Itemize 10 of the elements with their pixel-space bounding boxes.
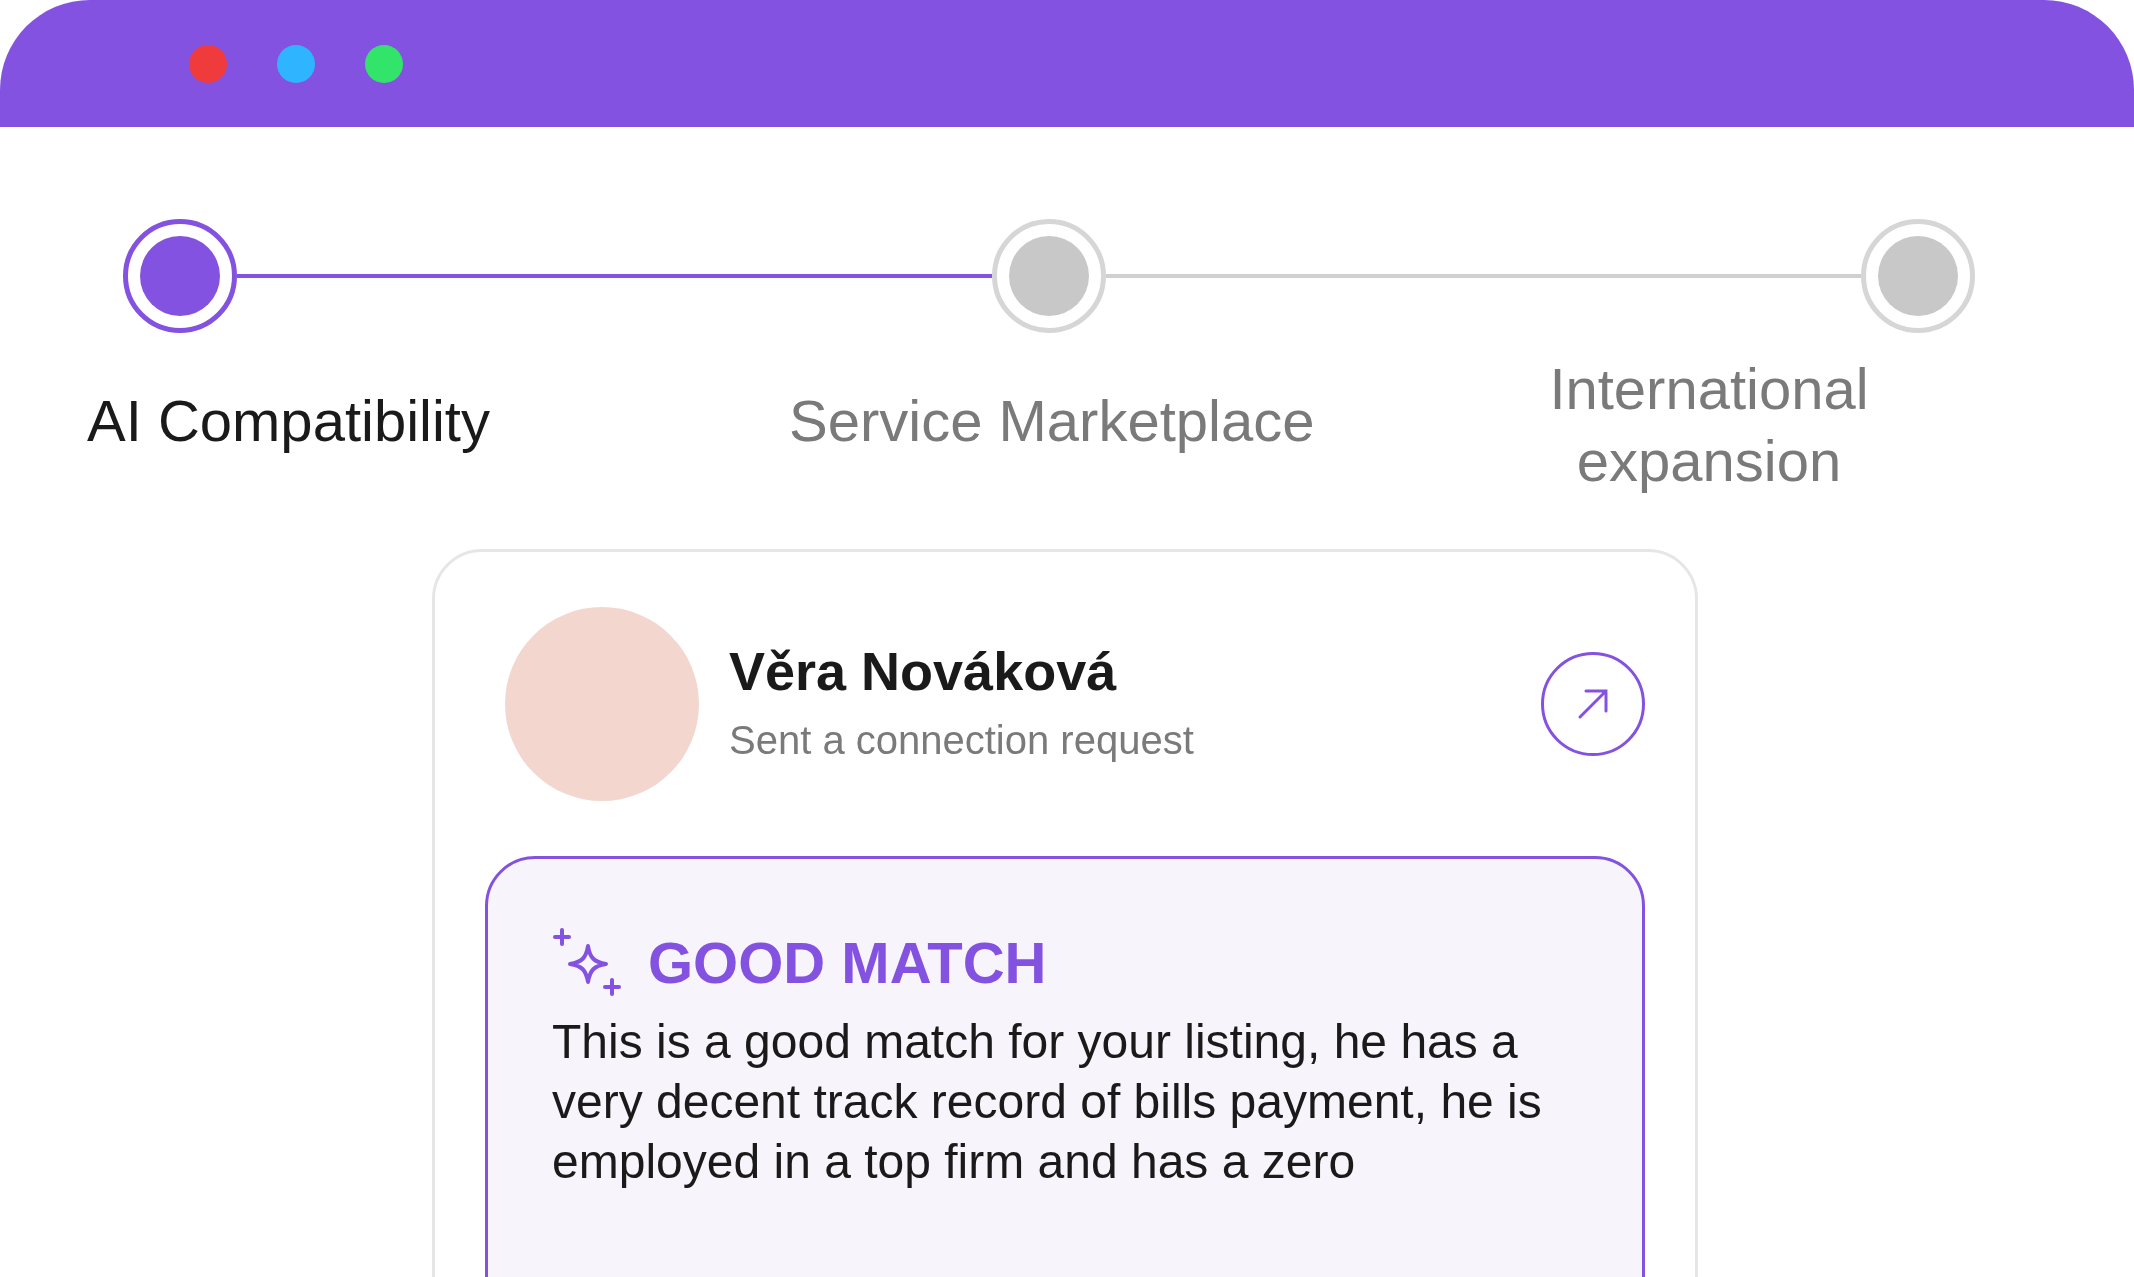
arrow-up-right-icon: [1576, 687, 1610, 721]
match-description: This is a good match for your listing, he has a very decent track record of bills payment, he is employed in a top firm and has a zero: [552, 1014, 1543, 1190]
sparkle-icon: [552, 927, 622, 998]
step-label[interactable]: AI Compatibility: [87, 385, 647, 457]
step-label[interactable]: Service Marketplace: [789, 385, 1489, 457]
contact-status: Sent a connection request: [729, 717, 1195, 764]
step-label[interactable]: International expansion: [1529, 353, 1889, 497]
contact-name: Věra Nováková: [729, 640, 1118, 703]
open-profile-button[interactable]: [1541, 652, 1645, 756]
match-title: GOOD MATCH: [648, 929, 1047, 997]
